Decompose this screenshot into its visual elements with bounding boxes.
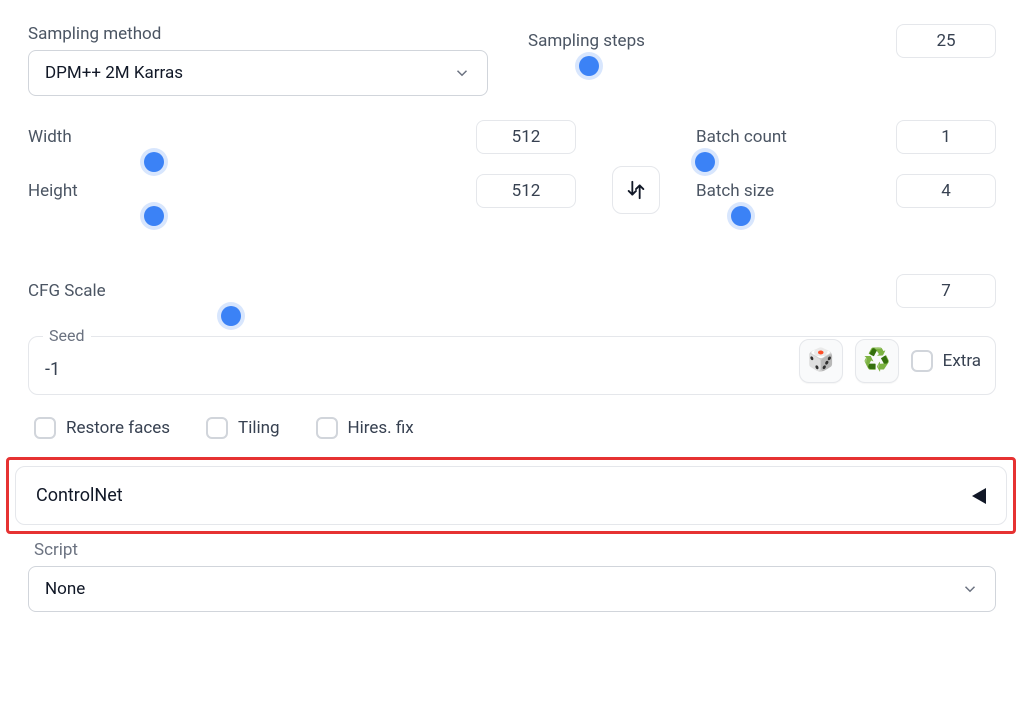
script-label: Script [34, 540, 996, 560]
restore-faces-checkbox[interactable]: Restore faces [34, 417, 170, 439]
checkbox-icon [206, 417, 228, 439]
restore-faces-label: Restore faces [66, 418, 170, 438]
sampling-method-label: Sampling method [28, 24, 488, 44]
sampling-method-value: DPM++ 2M Karras [45, 63, 183, 83]
sampling-method-select[interactable]: DPM++ 2M Karras [28, 50, 488, 96]
height-value[interactable]: 512 [476, 174, 576, 208]
checkbox-icon [34, 417, 56, 439]
controlnet-label: ControlNet [36, 485, 123, 506]
batch-count-label: Batch count [696, 127, 787, 147]
tiling-label: Tiling [238, 418, 279, 438]
seed-label: Seed [43, 326, 91, 345]
tiling-checkbox[interactable]: Tiling [206, 417, 279, 439]
controlnet-accordion[interactable]: ControlNet [15, 466, 1007, 525]
sampling-steps-label: Sampling steps [528, 31, 645, 51]
cfg-scale-label: CFG Scale [28, 281, 106, 301]
height-label: Height [28, 181, 78, 201]
swap-dimensions-button[interactable] [612, 166, 660, 214]
cfg-scale-value[interactable]: 7 [896, 274, 996, 308]
batch-size-label: Batch size [696, 181, 774, 201]
checkbox-icon [316, 417, 338, 439]
dice-icon: 🎲 [807, 348, 834, 373]
chevron-down-icon [961, 580, 979, 598]
collapse-icon [972, 488, 986, 504]
width-value[interactable]: 512 [476, 120, 576, 154]
controlnet-highlight: ControlNet [6, 457, 1016, 534]
batch-size-value[interactable]: 4 [896, 174, 996, 208]
script-value: None [45, 579, 85, 599]
width-label: Width [28, 127, 72, 147]
batch-count-value[interactable]: 1 [896, 120, 996, 154]
extra-label: Extra [943, 351, 981, 371]
hires-fix-label: Hires. fix [348, 418, 414, 438]
checkbox-icon [911, 350, 933, 372]
recycle-icon: ♻️ [863, 348, 890, 373]
sampling-steps-value[interactable]: 25 [896, 24, 996, 58]
seed-input[interactable]: -1 [43, 357, 787, 384]
hires-fix-checkbox[interactable]: Hires. fix [316, 417, 414, 439]
chevron-down-icon [453, 64, 471, 82]
seed-random-button[interactable]: 🎲 [799, 339, 843, 383]
swap-icon [625, 179, 647, 201]
script-select[interactable]: None [28, 566, 996, 612]
seed-reuse-button[interactable]: ♻️ [855, 339, 899, 383]
extra-checkbox[interactable]: Extra [911, 350, 981, 372]
